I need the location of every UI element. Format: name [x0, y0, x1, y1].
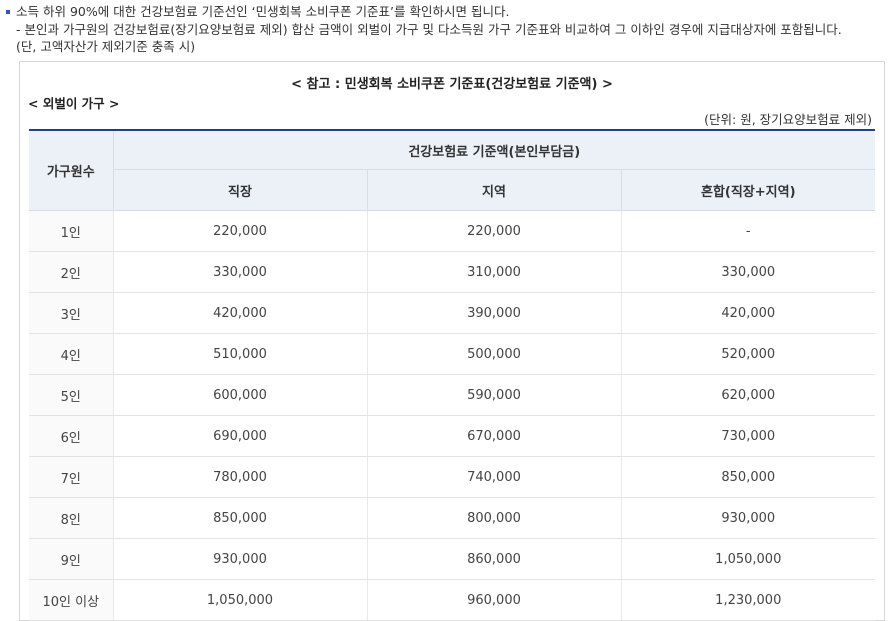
- header-mixed: 혼합(직장+지역): [621, 169, 876, 211]
- intro-line-2: - 본인과 가구원의 건강보험료(장기요양보험료 제외) 합산 금액이 외벌이 …: [16, 21, 842, 37]
- cell-size: 1인: [29, 210, 114, 252]
- table-row: 5인 600,000 590,000 620,000: [29, 374, 876, 416]
- cell-size: 7인: [29, 456, 114, 498]
- cell-work: 780,000: [113, 456, 368, 498]
- header-region: 지역: [367, 169, 622, 211]
- cell-region: 310,000: [367, 251, 622, 293]
- cell-work: 600,000: [113, 374, 368, 416]
- bullet-icon: [6, 9, 10, 14]
- box-subtitle: < 외벌이 가구 >: [28, 96, 120, 111]
- table-row: 6인 690,000 670,000 730,000: [29, 415, 876, 457]
- cell-region: 220,000: [367, 210, 622, 252]
- cell-work: 1,050,000: [113, 579, 368, 621]
- cell-mixed: 730,000: [621, 415, 876, 457]
- table-row: 3인 420,000 390,000 420,000: [29, 292, 876, 334]
- intro-text: 소득 하위 90%에 대한 건강보험료 기준선인 ‘민생회복 소비쿠폰 기준표’…: [6, 3, 886, 56]
- table-row: 9인 930,000 860,000 1,050,000: [29, 538, 876, 580]
- intro-line-1-text: 소득 하위 90%에 대한 건강보험료 기준선인 ‘민생회복 소비쿠폰 기준표’…: [16, 4, 510, 19]
- cell-mixed: 520,000: [621, 333, 876, 375]
- standard-table: 가구원수 건강보험료 기준액(본인부담금) 직장 지역 혼합(직장+지역) 1인…: [29, 129, 876, 621]
- unit-note: (단위: 원, 장기요양보험료 제외): [704, 112, 872, 127]
- cell-work: 850,000: [113, 497, 368, 539]
- table-row: 1인 220,000 220,000-: [29, 210, 876, 252]
- table-row: 7인 780,000 740,000 850,000: [29, 456, 876, 498]
- cell-mixed: 850,000: [621, 456, 876, 498]
- cell-mixed: 930,000: [621, 497, 876, 539]
- cell-work: 330,000: [113, 251, 368, 293]
- cell-size: 9인: [29, 538, 114, 580]
- cell-work: 220,000: [113, 210, 368, 252]
- table-row: 8인 850,000 800,000 930,000: [29, 497, 876, 539]
- reference-table-box: < 참고 : 민생회복 소비쿠폰 기준표(건강보험료 기준액) > < 외벌이 …: [19, 61, 885, 621]
- cell-region: 390,000: [367, 292, 622, 334]
- header-work: 직장: [113, 169, 368, 211]
- cell-region: 740,000: [367, 456, 622, 498]
- header-household-size: 가구원수: [29, 129, 114, 211]
- cell-size: 2인: [29, 251, 114, 293]
- cell-mixed: 330,000: [621, 251, 876, 293]
- table-row: 2인 330,000 310,000 330,000: [29, 251, 876, 293]
- box-title: < 참고 : 민생회복 소비쿠폰 기준표(건강보험료 기준액) >: [291, 77, 613, 92]
- cell-region: 800,000: [367, 497, 622, 539]
- cell-size: 5인: [29, 374, 114, 416]
- intro-line-1: 소득 하위 90%에 대한 건강보험료 기준선인 ‘민생회복 소비쿠폰 기준표’…: [6, 3, 886, 21]
- cell-work: 420,000: [113, 292, 368, 334]
- cell-region: 860,000: [367, 538, 622, 580]
- intro-line-3: (단, 고액자산가 제외기준 충족 시): [16, 39, 196, 54]
- cell-work: 510,000: [113, 333, 368, 375]
- cell-size: 4인: [29, 333, 114, 375]
- header-premium-group: 건강보험료 기준액(본인부담금): [113, 129, 876, 170]
- cell-work: 930,000: [113, 538, 368, 580]
- cell-region: 500,000: [367, 333, 622, 375]
- table-row: 4인 510,000 500,000 520,000: [29, 333, 876, 375]
- cell-region: 670,000: [367, 415, 622, 457]
- cell-mixed: 1,230,000: [621, 579, 876, 621]
- cell-region: 590,000: [367, 374, 622, 416]
- cell-mixed: 620,000: [621, 374, 876, 416]
- cell-size: 6인: [29, 415, 114, 457]
- table-row: 10인 이상 1,050,000 960,000 1,230,000: [29, 579, 876, 621]
- cell-size: 10인 이상: [29, 579, 114, 621]
- cell-mixed: 1,050,000: [621, 538, 876, 580]
- cell-mixed: -: [621, 210, 876, 252]
- cell-size: 3인: [29, 292, 114, 334]
- cell-mixed: 420,000: [621, 292, 876, 334]
- cell-work: 690,000: [113, 415, 368, 457]
- cell-region: 960,000: [367, 579, 622, 621]
- cell-size: 8인: [29, 497, 114, 539]
